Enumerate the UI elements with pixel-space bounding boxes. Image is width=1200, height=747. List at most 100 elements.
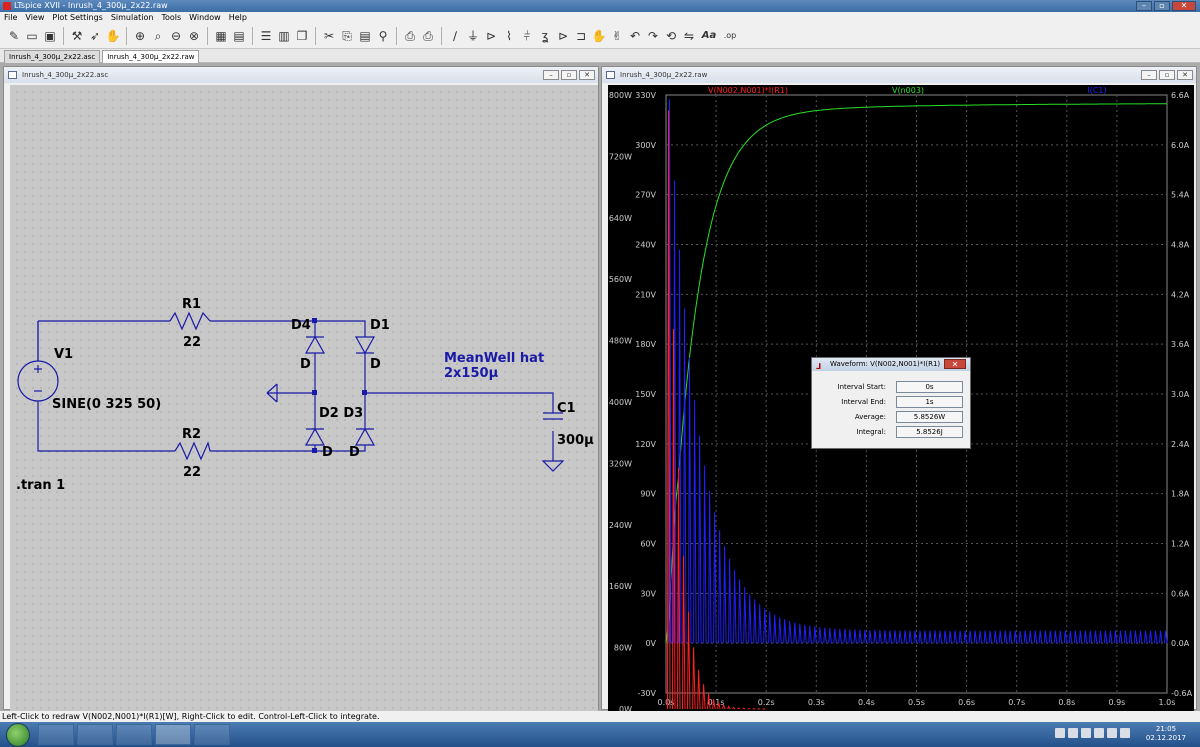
paste-icon[interactable]: ▤ (357, 28, 373, 44)
label-v1[interactable]: V1 (54, 347, 73, 362)
zoom-out-icon[interactable]: ⊖ (168, 28, 184, 44)
clock[interactable]: 21:05 02.12.2017 (1146, 725, 1186, 743)
cascade-icon[interactable]: ❐ (294, 28, 310, 44)
label-r2[interactable]: R2 (182, 427, 201, 442)
ground-icon[interactable]: ⏚ (465, 28, 481, 44)
redo-icon[interactable]: ↷ (645, 28, 661, 44)
save-icon[interactable]: ▣ (42, 28, 58, 44)
schematic-minimize-button[interactable]: – (543, 70, 559, 80)
integral-label: Integral: (856, 428, 886, 436)
y-amp-tick-label: 4.2A (1171, 290, 1190, 299)
label-d2-model[interactable]: D (322, 445, 333, 460)
label-r2-value[interactable]: 22 (183, 465, 201, 480)
menu-help[interactable]: Help (229, 12, 247, 23)
cut-icon[interactable]: ✂ (321, 28, 337, 44)
capacitor-icon[interactable]: ⫩ (519, 28, 535, 44)
label-c1[interactable]: C1 (557, 401, 576, 416)
y-watt-tick-label: 800W (609, 91, 632, 100)
autoscale-icon[interactable]: ▦ (213, 28, 229, 44)
ltspice-task-icon[interactable] (155, 724, 191, 745)
control-panel-icon[interactable]: ⚒ (69, 28, 85, 44)
y-amp-tick-label: 1.2A (1171, 540, 1190, 549)
resistor-icon[interactable]: ⌇ (501, 28, 517, 44)
menu-tools[interactable]: Tools (161, 12, 181, 23)
new-schematic-icon[interactable]: ✎ (6, 28, 22, 44)
volume-icon[interactable] (1120, 728, 1130, 738)
x-tick-label: 0.4s (858, 698, 875, 707)
halt-icon[interactable]: ✋ (105, 28, 121, 44)
tray-icon[interactable] (1094, 728, 1104, 738)
text-icon[interactable]: Aa (699, 28, 719, 44)
x-tick-label: 0.0s (658, 698, 675, 707)
diode-icon[interactable]: ⊳ (555, 28, 571, 44)
app-task-icon[interactable] (194, 724, 230, 745)
menu-simulation[interactable]: Simulation (111, 12, 154, 23)
schematic-close-button[interactable]: ✕ (579, 70, 595, 80)
inductor-icon[interactable]: ʓ (537, 28, 553, 44)
interval-end-row: Interval End: 1s (816, 396, 966, 409)
tray-icon[interactable] (1081, 728, 1091, 738)
tray-icon[interactable] (1068, 728, 1078, 738)
label-icon[interactable]: ⊳ (483, 28, 499, 44)
explorer-task-icon[interactable] (116, 724, 152, 745)
firefox-task-icon[interactable] (38, 724, 74, 745)
component-icon[interactable]: ⊐ (573, 28, 589, 44)
zoom-in-icon[interactable]: ⊕ (132, 28, 148, 44)
zoom-fit-icon[interactable]: ⊗ (186, 28, 202, 44)
print-preview-icon[interactable]: ⎙ (402, 28, 418, 44)
waveform-minimize-button[interactable]: – (1141, 70, 1157, 80)
y-volt-tick-label: 270V (635, 191, 656, 200)
grid-icon[interactable]: ▤ (231, 28, 247, 44)
drag-icon[interactable]: ✌ (609, 28, 625, 44)
maximize-button[interactable]: ▫ (1154, 1, 1170, 11)
y-volt-tick-label: -30V (637, 689, 656, 698)
menu-file[interactable]: File (4, 12, 17, 23)
label-r1-value[interactable]: 22 (183, 335, 201, 350)
print-icon[interactable]: ⎙ (420, 28, 436, 44)
menu-view[interactable]: View (25, 12, 44, 23)
label-d1[interactable]: D1 (370, 318, 390, 333)
spice-directive-icon[interactable]: .op (721, 28, 739, 44)
tab-waveform[interactable]: Inrush_4_300µ_2x22.raw (102, 50, 200, 63)
waveform-close-button[interactable]: ✕ (1177, 70, 1193, 80)
schematic-canvas[interactable]: R1 22 R2 22 V1 SINE(0 325 50) D4 D1 D D … (10, 85, 598, 711)
tab-schematic[interactable]: Inrush_4_300µ_2x22.asc (4, 50, 101, 63)
undo-icon[interactable]: ↶ (627, 28, 643, 44)
spice-directive-tran[interactable]: .tran 1 (16, 478, 65, 493)
open-icon[interactable]: ▭ (24, 28, 40, 44)
comment-meanwell[interactable]: MeanWell hat 2x150µ (444, 351, 598, 381)
label-r1[interactable]: R1 (182, 297, 201, 312)
label-d4-model[interactable]: D (300, 357, 311, 372)
interval-start-field[interactable]: 0s (896, 381, 963, 393)
menu-window[interactable]: Window (189, 12, 221, 23)
waveform-restore-button[interactable]: ▫ (1159, 70, 1175, 80)
label-d1-model[interactable]: D (370, 357, 381, 372)
tile-vertical-icon[interactable]: ▥ (276, 28, 292, 44)
tile-horizontal-icon[interactable]: ☰ (258, 28, 274, 44)
copy-icon[interactable]: ⎘ (339, 28, 355, 44)
schematic-restore-button[interactable]: ▫ (561, 70, 577, 80)
label-c1-value[interactable]: 300µ (557, 433, 594, 448)
close-button[interactable]: ✕ (1172, 1, 1196, 11)
interval-end-field[interactable]: 1s (896, 396, 963, 408)
menu-plot-settings[interactable]: Plot Settings (52, 12, 102, 23)
tray-icon[interactable] (1055, 728, 1065, 738)
run-icon[interactable]: ➶ (87, 28, 103, 44)
rotate-icon[interactable]: ⟲ (663, 28, 679, 44)
network-icon[interactable] (1107, 728, 1117, 738)
label-d3-model[interactable]: D (349, 445, 360, 460)
move-icon[interactable]: ✋ (591, 28, 607, 44)
label-d2-d3[interactable]: D2 D3 (319, 406, 363, 421)
minimize-button[interactable]: – (1136, 1, 1152, 11)
find-icon[interactable]: ⚲ (375, 28, 391, 44)
wire-icon[interactable]: ∕ (447, 28, 463, 44)
zoom-pan-icon[interactable]: ⌕ (150, 28, 166, 44)
junction-dot (312, 448, 317, 453)
thunderbird-task-icon[interactable] (77, 724, 113, 745)
label-d4[interactable]: D4 (291, 318, 311, 333)
waveform-dialog-close-button[interactable]: ✕ (944, 359, 966, 369)
label-v1-value[interactable]: SINE(0 325 50) (52, 397, 161, 412)
mirror-icon[interactable]: ⇋ (681, 28, 697, 44)
trace-name: I(C1) (1087, 86, 1106, 95)
start-button[interactable] (6, 723, 30, 747)
